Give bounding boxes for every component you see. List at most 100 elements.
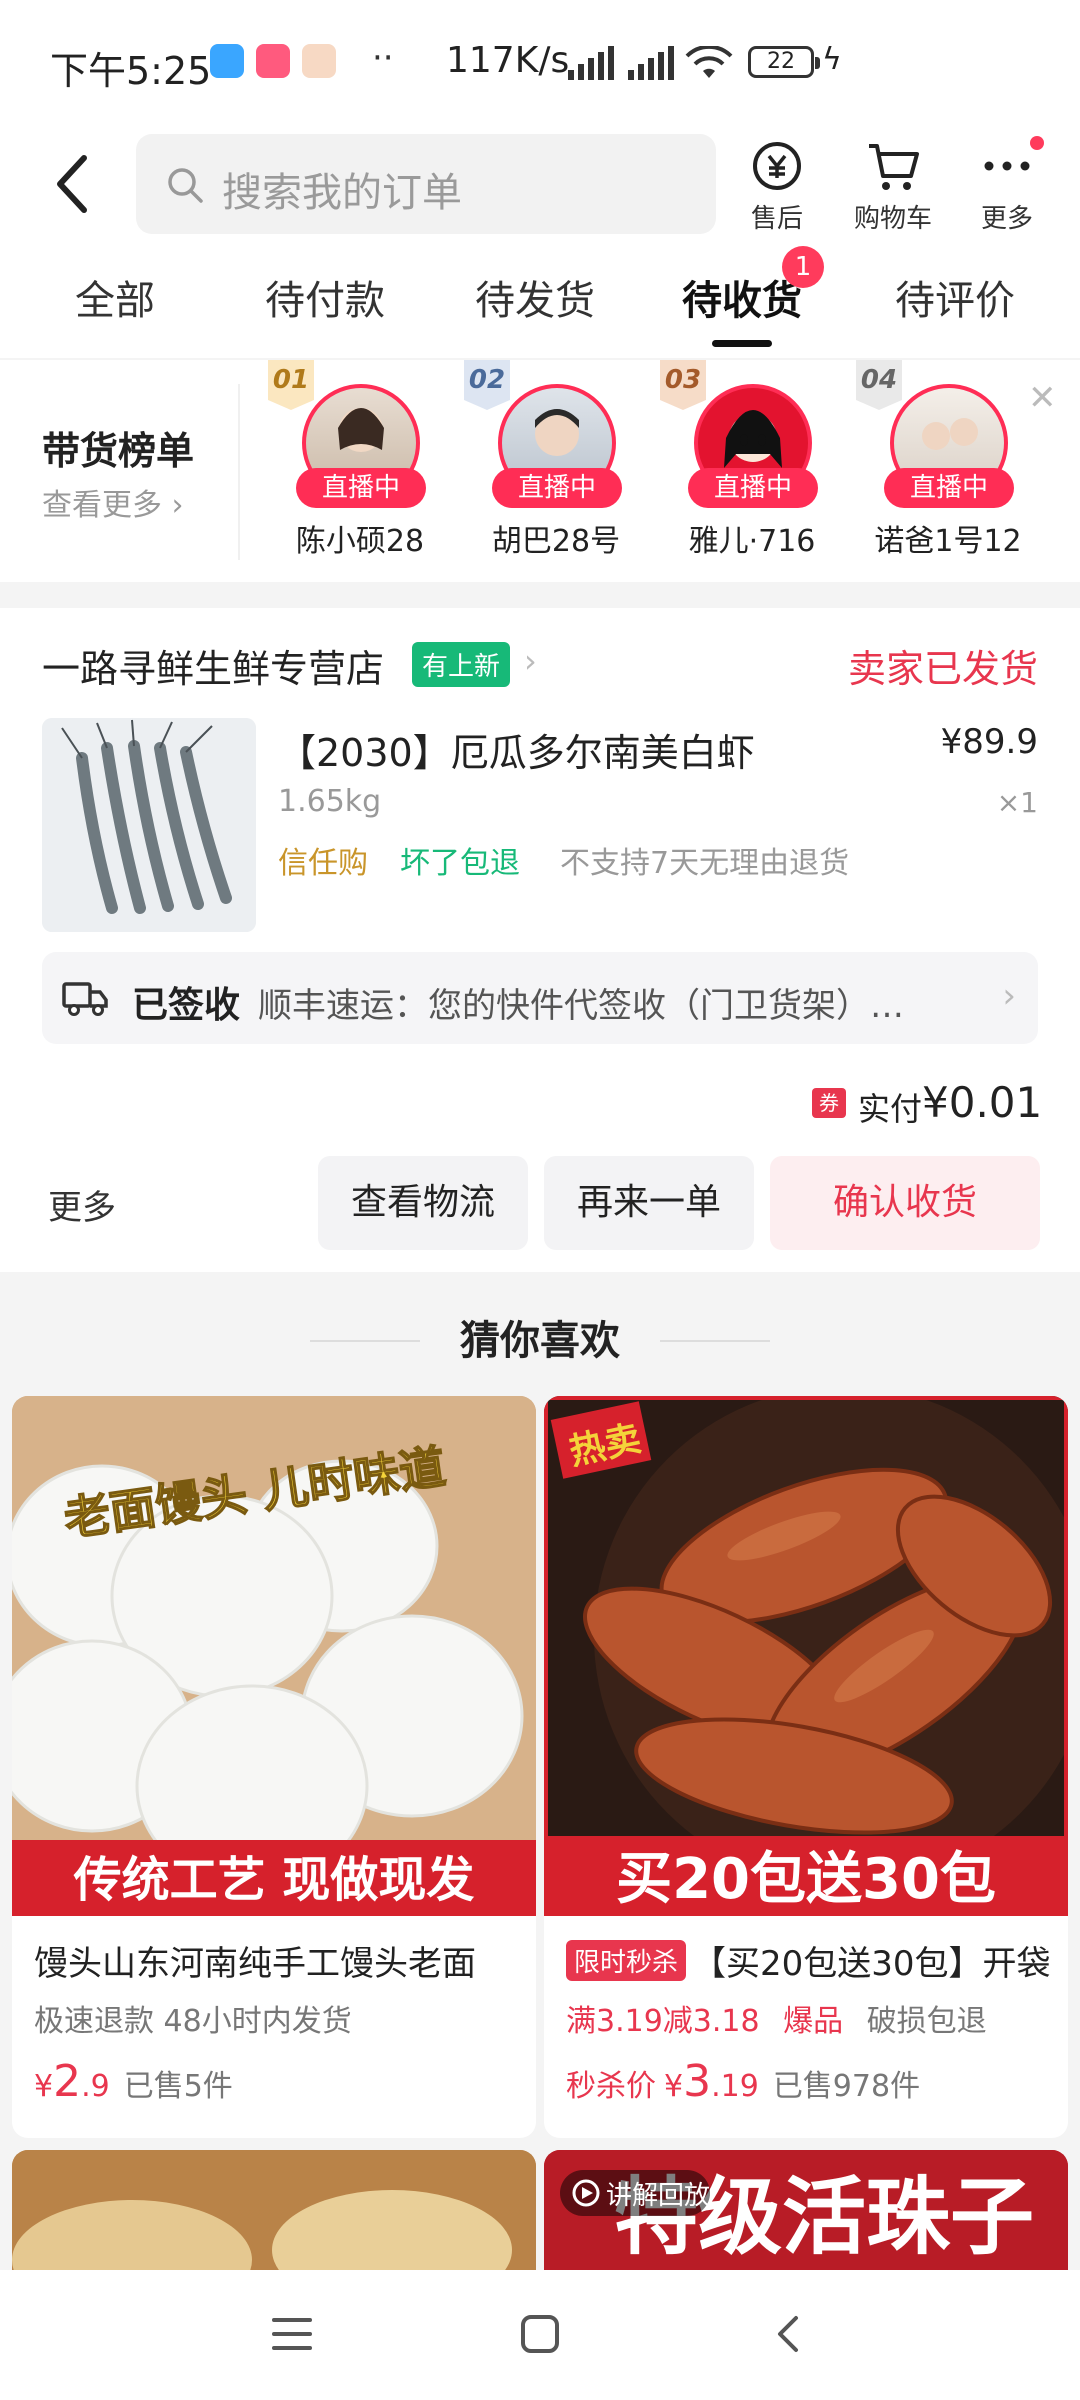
price-label: 秒杀价 (566, 2069, 656, 2104)
live-badge: 直播中 (884, 468, 1014, 508)
coupon-icon: 券 (812, 1088, 846, 1118)
sold-count: 已售5件 (123, 2069, 233, 2104)
currency-symbol: ¥ (34, 2069, 54, 2104)
cart-button[interactable]: 购物车 (838, 130, 948, 240)
product-quantity: ×1 (996, 786, 1038, 819)
streamer-name: 陈小硕28 (295, 524, 425, 559)
cart-label: 购物车 (853, 204, 932, 234)
menu-icon[interactable] (272, 2316, 312, 2352)
status-time: 下午5:25 (50, 49, 212, 93)
product-spec: 1.65kg (278, 784, 382, 819)
product-card[interactable]: 老面馒头 儿时味道 传统工艺 现做现发 馒头山东河南纯手工馒头老面 极速退款 4… (12, 1396, 536, 2138)
back-button[interactable] (52, 152, 92, 216)
header: 搜索我的订单 售后 购物车 更多 (0, 130, 1080, 240)
recommend-title: 猜你喜欢 (460, 1318, 620, 1364)
live-badge: 直播中 (492, 468, 622, 508)
more-actions-link[interactable]: 更多 (48, 1180, 116, 1229)
tab-badge: 1 (782, 246, 824, 288)
more-label: 更多 (980, 204, 1033, 234)
tab-pending-shipment[interactable]: 待发货 (435, 268, 635, 326)
product-name: 馒头山东河南纯手工馒头老面 (34, 1944, 476, 1984)
order-card: 一路寻鲜生鲜专营店 有上新 › 卖家已发货 【2030】厄瓜多尔南美白虾 ¥89… (0, 608, 1080, 1272)
streamer-name: 诺爸1号12 (874, 524, 1022, 559)
product-card[interactable]: 特级活珠子 讲解回放 (544, 2150, 1068, 2270)
signal-icon (568, 46, 614, 80)
tab-pending-payment[interactable]: 待付款 (225, 268, 425, 326)
reorder-button[interactable]: 再来一单 (544, 1156, 754, 1250)
product-price: ¥2.9 已售5件 (34, 2056, 233, 2107)
streamer-name: 雅儿·716 (688, 524, 816, 559)
live-badge: 直播中 (296, 468, 426, 508)
replay-label: 讲解回放 (606, 2181, 710, 2211)
price-decimal: .19 (711, 2069, 759, 2104)
tab-all[interactable]: 全部 (15, 268, 215, 326)
flash-sale-tag: 限时秒杀 (566, 1940, 687, 1981)
sold-count: 已售978件 (772, 2069, 921, 2104)
truck-icon (62, 982, 108, 1016)
price-integer: 2 (53, 2056, 82, 2107)
confirm-receipt-button[interactable]: 确认收货 (770, 1156, 1040, 1250)
status-bar: 下午5:25 ·· 117K/s 22 ϟ (0, 0, 1080, 130)
rank-number: 02 (464, 360, 510, 410)
order-tabs: 全部 待付款 待发货 待收货 1 待评价 (0, 240, 1080, 358)
product-image: 热卖 买20包送30包 (544, 1396, 1068, 1916)
divider (660, 1340, 770, 1342)
shop-new-tag: 有上新 (412, 642, 511, 687)
network-speed: 117K/s (446, 40, 570, 81)
cart-icon (869, 144, 919, 190)
paid-label: 实付 (858, 1090, 923, 1128)
search-input[interactable]: 搜索我的订单 (136, 134, 716, 234)
streamer-card[interactable]: 04 直播中 诺爸1号12 (850, 360, 1046, 582)
logistics-bar[interactable]: 已签收 顺丰速运：您的快件代签收（门卫货架）… › (42, 952, 1038, 1044)
charging-icon: ϟ (822, 42, 842, 77)
product-image[interactable] (42, 718, 256, 932)
promo-text: 满3.19减3.18 (566, 2004, 760, 2039)
chevron-right-icon: › (524, 642, 537, 680)
chevron-right-icon: › (1002, 976, 1016, 1016)
after-sale-label: 售后 (750, 204, 803, 234)
system-nav-bar (0, 2270, 1080, 2400)
ranking-more-link[interactable]: 查看更多 › (42, 480, 184, 524)
rank-number: 03 (660, 360, 706, 410)
order-status: 卖家已发货 (847, 647, 1038, 691)
more-dots-icon (984, 161, 1030, 171)
product-banner-text: 买20包送30包 (616, 1847, 996, 1912)
currency-symbol: ¥ (664, 2069, 684, 2104)
shop-name[interactable]: 一路寻鲜生鲜专营店 (42, 638, 384, 693)
streamer-card[interactable]: 02 直播中 胡巴28号 (458, 360, 654, 582)
streamer-card[interactable]: 03 直播中 雅儿·716 (654, 360, 850, 582)
paid-amount: 券 实付 ¥0.01 (812, 1078, 1042, 1128)
product-name: 限时秒杀 【买20包送30包】开袋 (566, 1936, 1056, 1985)
product-card[interactable]: 热卖 买20包送30包 限时秒杀 【买20包送30包】开袋 满3.19减3.18 … (544, 1396, 1068, 2138)
product-price: ¥89.9 (940, 722, 1038, 762)
product-card[interactable] (12, 2150, 536, 2270)
product-promo: 满3.19减3.18 爆品 破损包退 (566, 1996, 987, 2040)
paid-value: ¥0.01 (922, 1078, 1043, 1127)
home-icon[interactable] (520, 2314, 560, 2354)
price-decimal: .9 (81, 2069, 110, 2104)
search-placeholder: 搜索我的订单 (222, 170, 462, 216)
app-notification-icon (256, 44, 290, 78)
wifi-icon (685, 46, 733, 78)
back-nav-icon[interactable] (774, 2314, 802, 2354)
after-sale-button[interactable]: 售后 (722, 130, 832, 240)
ranking-more-label: 查看更多 (42, 488, 162, 523)
active-tab-indicator (712, 340, 772, 347)
logistics-status: 已签收 (132, 985, 241, 1026)
promo-text: 破损包退 (866, 2004, 987, 2039)
view-logistics-button[interactable]: 查看物流 (318, 1156, 528, 1250)
live-ranking: 带货榜单 查看更多 › ✕ 01 直播中 陈小硕28 02 直播中 胡巴28号 … (0, 360, 1080, 582)
search-icon (168, 168, 203, 203)
app-notification-icon (302, 44, 336, 78)
more-notifications-icon: ·· (372, 38, 394, 78)
product-image: 老面馒头 儿时味道 传统工艺 现做现发 (12, 1396, 536, 1916)
app-notification-icon (210, 44, 244, 78)
streamer-card[interactable]: 01 直播中 陈小硕28 (262, 360, 458, 582)
tab-pending-review[interactable]: 待评价 (855, 268, 1055, 326)
more-button[interactable]: 更多 (952, 130, 1062, 240)
product-name[interactable]: 【2030】厄瓜多尔南美白虾 (278, 722, 755, 777)
product-banner-text: 传统工艺 现做现发 (73, 1852, 475, 1908)
after-sale-icon (753, 142, 801, 190)
service-tag: 不支持7天无理由退货 (560, 846, 850, 881)
logistics-detail: 顺丰速运：您的快件代签收（门卫货架）… (258, 986, 904, 1026)
